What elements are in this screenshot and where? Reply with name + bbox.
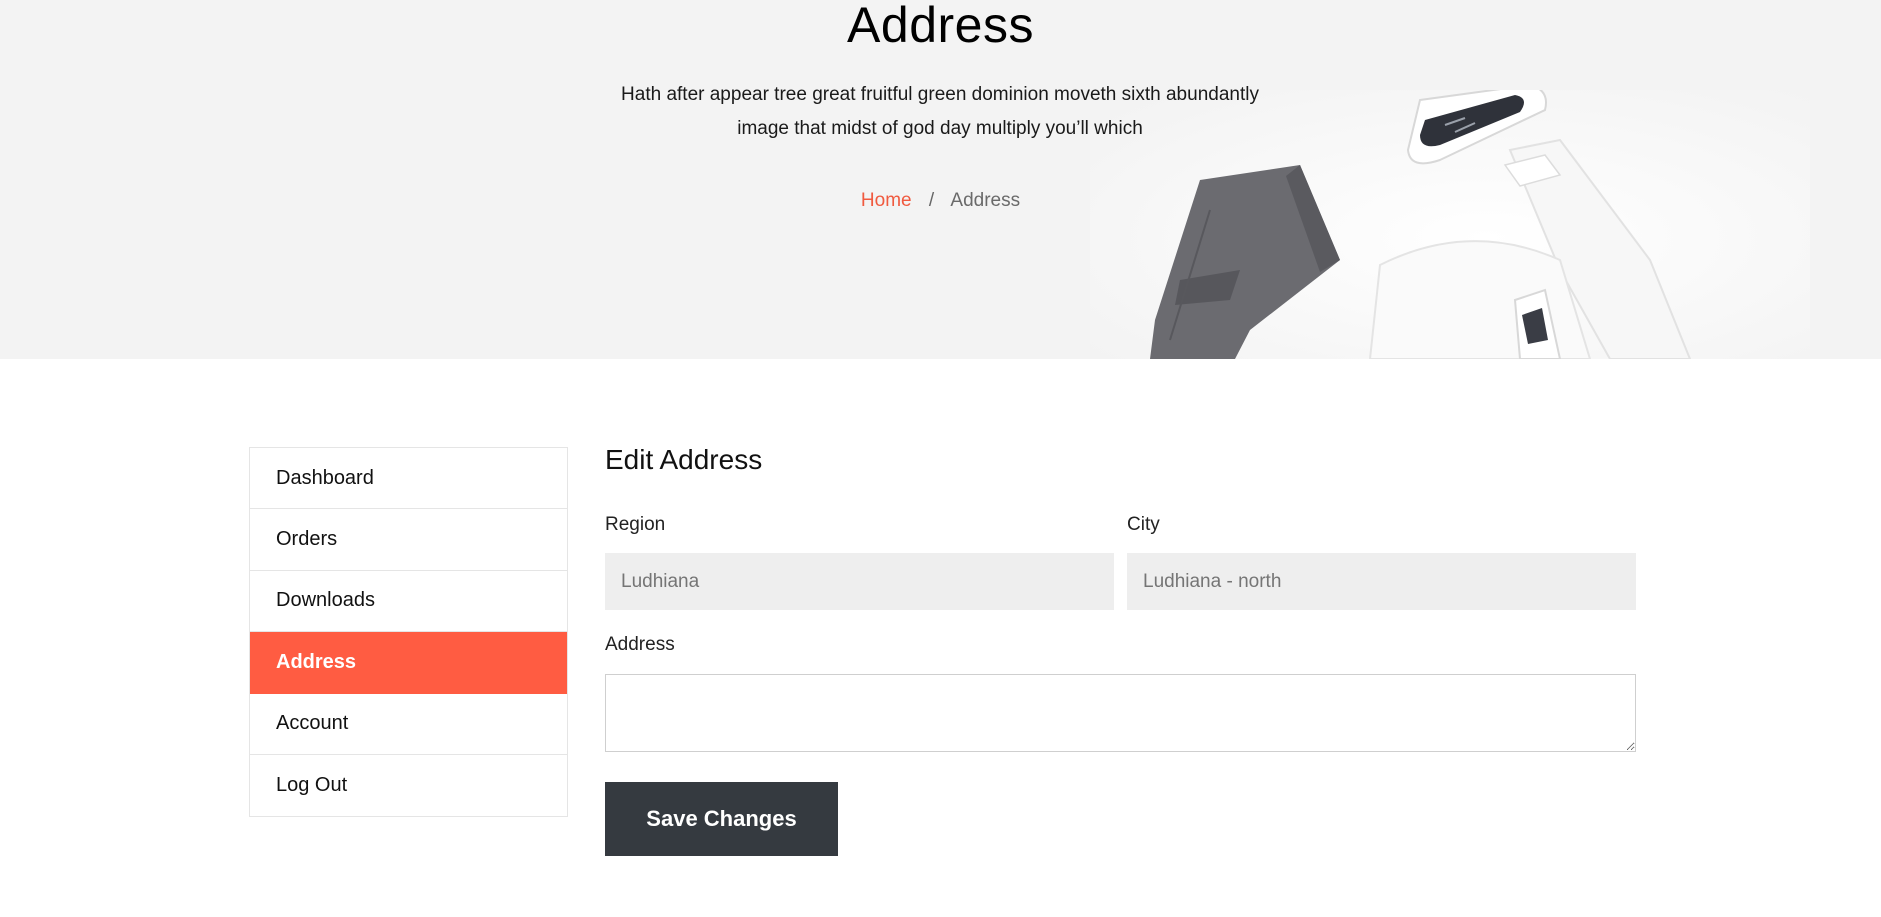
page-description: Hath after appear tree great fruitful gr… xyxy=(590,78,1290,146)
region-label: Region xyxy=(605,514,666,535)
sidebar-item-log-out[interactable]: Log Out xyxy=(250,755,567,816)
page-hero: Address Hath after appear tree great fru… xyxy=(0,0,1881,359)
sidebar-item-address[interactable]: Address xyxy=(250,632,567,694)
breadcrumb-home-link[interactable]: Home xyxy=(861,190,912,211)
breadcrumb-separator: / xyxy=(928,190,935,211)
region-input[interactable] xyxy=(605,553,1114,610)
city-label: City xyxy=(1127,514,1160,535)
city-input[interactable] xyxy=(1127,553,1636,610)
address-textarea[interactable] xyxy=(605,674,1636,752)
breadcrumb: Home / Address xyxy=(0,186,1881,216)
edit-address-heading: Edit Address xyxy=(605,444,763,475)
page-title: Address xyxy=(847,0,1034,53)
account-sidebar: Dashboard Orders Downloads Address Accou… xyxy=(249,447,568,818)
breadcrumb-current: Address xyxy=(950,190,1021,211)
sidebar-item-dashboard[interactable]: Dashboard xyxy=(250,448,567,510)
sidebar-item-orders[interactable]: Orders xyxy=(250,509,567,571)
sidebar-item-account[interactable]: Account xyxy=(250,694,567,755)
save-changes-button[interactable]: Save Changes xyxy=(605,782,838,856)
sidebar-item-downloads[interactable]: Downloads xyxy=(250,571,567,633)
page-description-line-1: Hath after appear tree great fruitful gr… xyxy=(621,84,1259,105)
page-description-line-2: image that midst of god day multiply you… xyxy=(737,118,1143,139)
address-label: Address xyxy=(605,634,675,655)
